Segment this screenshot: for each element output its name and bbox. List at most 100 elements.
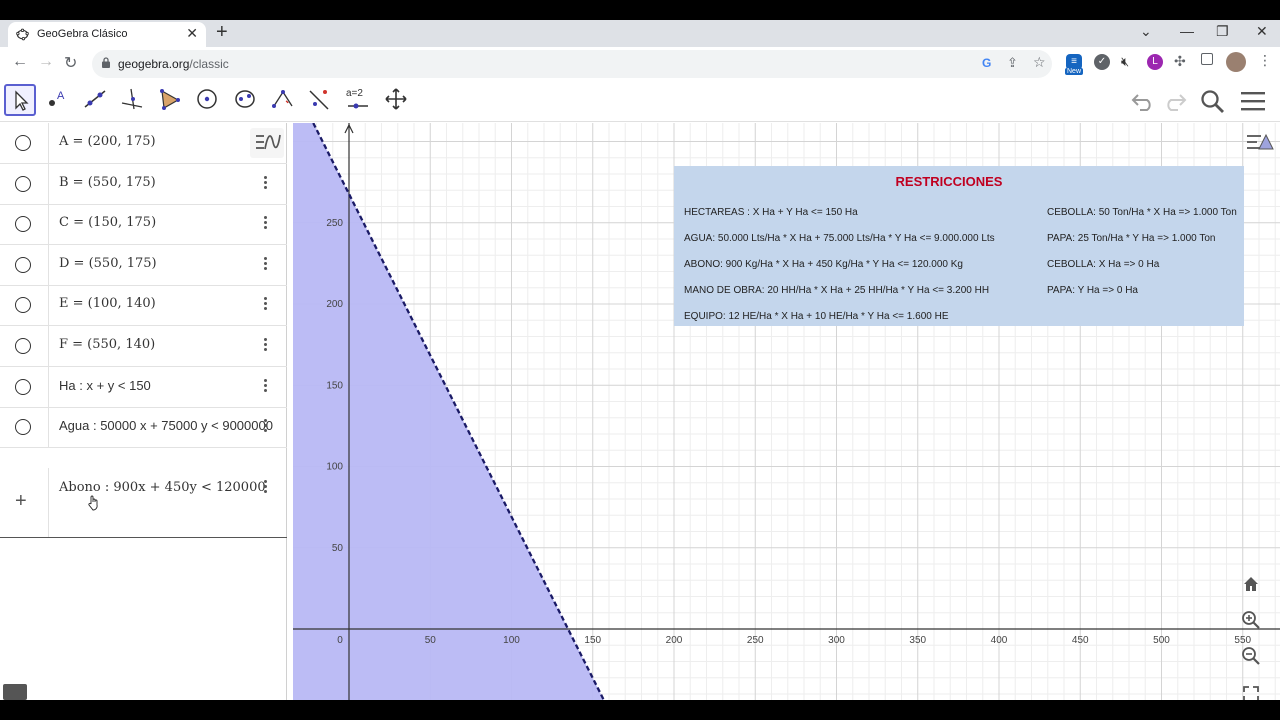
main-menu-icon[interactable] bbox=[1240, 89, 1266, 113]
angle-tool-button[interactable] bbox=[268, 84, 300, 116]
restrictions-title: RESTRICCIONES bbox=[895, 174, 1003, 189]
point-tool-button[interactable]: A bbox=[42, 84, 74, 116]
line-icon bbox=[84, 90, 106, 108]
google-translate-icon[interactable]: G bbox=[982, 56, 991, 70]
algebra-expression[interactable]: D = (550, 175) bbox=[59, 256, 157, 271]
reflect-icon bbox=[309, 90, 329, 110]
item-menu-icon[interactable] bbox=[263, 480, 267, 495]
algebra-item[interactable]: Agua : 50000 x + 75000 y < 9000000 bbox=[0, 407, 287, 449]
fullscreen-icon[interactable] bbox=[1241, 684, 1261, 700]
algebra-style-button[interactable] bbox=[250, 128, 284, 158]
algebra-expression[interactable]: F = (550, 140) bbox=[59, 337, 155, 352]
restriction-left-1: AGUA: 50.000 Lts/Ha * X Ha + 75.000 Lts/… bbox=[684, 233, 995, 244]
algebra-expression[interactable]: Agua : 50000 x + 75000 y < 9000000 bbox=[59, 418, 273, 433]
y-tick-label: 100 bbox=[326, 462, 343, 473]
extensions-puzzle-icon[interactable]: ✣ bbox=[1174, 53, 1186, 70]
algebra-expression[interactable]: E = (100, 140) bbox=[59, 296, 156, 311]
algebra-input-row[interactable]: + Abono : 900x + 450y < 120000 bbox=[0, 468, 287, 538]
x-tick-label: 150 bbox=[584, 635, 601, 646]
visibility-toggle[interactable] bbox=[15, 175, 31, 192]
graphics-style-button[interactable] bbox=[1245, 129, 1275, 155]
mute-icon[interactable]: 🔇︎ bbox=[1121, 54, 1129, 70]
algebra-input-text[interactable]: Abono : 900x + 450y < 120000 bbox=[59, 480, 266, 495]
reload-icon[interactable]: ↻ bbox=[64, 53, 77, 73]
algebra-item[interactable]: A = (200, 175) bbox=[0, 123, 287, 164]
minimize-icon[interactable]: — bbox=[1180, 23, 1194, 39]
cursor-icon bbox=[15, 90, 29, 111]
visibility-toggle[interactable] bbox=[15, 216, 31, 233]
perpendicular-tool-button[interactable] bbox=[117, 84, 149, 116]
algebra-expression[interactable]: B = (550, 175) bbox=[59, 175, 156, 190]
angle-icon bbox=[272, 90, 293, 108]
polygon-icon bbox=[160, 89, 180, 110]
item-menu-icon[interactable] bbox=[263, 216, 269, 232]
profile-extension-icon[interactable]: L bbox=[1147, 54, 1163, 70]
zoom-out-icon[interactable] bbox=[1241, 646, 1261, 666]
check-extension-icon[interactable]: ✓ bbox=[1094, 54, 1110, 70]
visibility-toggle[interactable] bbox=[15, 378, 31, 395]
abono-region bbox=[293, 123, 604, 700]
slider-tool-button[interactable]: a=2 bbox=[343, 84, 375, 116]
add-item-icon[interactable]: + bbox=[15, 490, 27, 513]
algebra-item[interactable]: Ha : x + y < 150 bbox=[0, 366, 287, 408]
visibility-toggle[interactable] bbox=[15, 256, 31, 273]
zoom-in-icon[interactable] bbox=[1241, 610, 1261, 630]
visibility-toggle[interactable] bbox=[15, 135, 31, 151]
y-tick-label: 250 bbox=[326, 218, 343, 229]
restore-icon[interactable]: ❐ bbox=[1216, 23, 1229, 40]
restriction-left-3: MANO DE OBRA: 20 HH/Ha * X Ha + 25 HH/Ha… bbox=[684, 285, 990, 296]
restriction-left-2: ABONO: 900 Kg/Ha * X Ha + 450 Kg/Ha * Y … bbox=[684, 259, 963, 270]
reflect-tool-button[interactable] bbox=[305, 84, 337, 116]
search-icon[interactable] bbox=[1200, 89, 1226, 115]
item-menu-icon[interactable] bbox=[263, 256, 269, 273]
line-tool-button[interactable] bbox=[80, 84, 112, 116]
share-icon[interactable]: ⇪ bbox=[1007, 55, 1018, 71]
algebra-item[interactable]: D = (550, 175) bbox=[0, 244, 287, 286]
close-tab-icon[interactable]: ✕ bbox=[186, 25, 198, 42]
visibility-toggle[interactable] bbox=[15, 419, 31, 436]
keyboard-icon[interactable] bbox=[3, 684, 27, 700]
ellipse-tool-button[interactable] bbox=[230, 84, 262, 116]
item-menu-icon[interactable] bbox=[263, 378, 269, 395]
screen: GeoGebra Clásico ✕ + ⌄ — ❐ ✕ ← → ↻ geoge… bbox=[0, 20, 1280, 700]
visibility-toggle[interactable] bbox=[15, 338, 31, 354]
x-tick-label: 400 bbox=[991, 635, 1008, 646]
algebra-expression[interactable]: A = (200, 175) bbox=[59, 134, 156, 149]
item-menu-icon[interactable] bbox=[263, 338, 269, 354]
circle-center-icon bbox=[197, 89, 217, 109]
polygon-tool-button[interactable] bbox=[155, 84, 187, 116]
avatar[interactable] bbox=[1226, 52, 1246, 72]
x-tick-label: 200 bbox=[666, 635, 683, 646]
x-tick-label: 300 bbox=[828, 635, 845, 646]
visibility-toggle[interactable] bbox=[15, 297, 31, 314]
move-graphics-tool-button[interactable] bbox=[381, 84, 413, 116]
browser-menu-icon[interactable]: ⋮ bbox=[1258, 52, 1272, 69]
algebra-item[interactable]: C = (150, 175) bbox=[0, 204, 287, 246]
window-close-icon[interactable]: ✕ bbox=[1256, 23, 1268, 40]
browser-tab[interactable]: GeoGebra Clásico ✕ bbox=[8, 22, 206, 47]
algebra-item[interactable]: F = (550, 140) bbox=[0, 326, 287, 367]
tab-search-icon[interactable]: ⌄ bbox=[1140, 23, 1152, 40]
forward-icon[interactable]: → bbox=[38, 53, 54, 71]
algebra-expression[interactable]: Ha : x + y < 150 bbox=[59, 378, 151, 393]
algebra-item[interactable]: E = (100, 140) bbox=[0, 285, 287, 327]
algebra-expression[interactable]: C = (150, 175) bbox=[59, 215, 156, 230]
side-panel-icon[interactable] bbox=[1201, 53, 1213, 65]
graphics-view[interactable]: 0 50 100 150 200 250 300 350 400 450 500 550 250 200 1… bbox=[293, 123, 1280, 700]
redo-icon[interactable] bbox=[1162, 89, 1188, 111]
item-menu-icon[interactable] bbox=[263, 297, 269, 313]
graphics-style-icon bbox=[1247, 133, 1274, 150]
restriction-right-2: CEBOLLA: X Ha => 0 Ha bbox=[1047, 259, 1160, 270]
item-menu-icon[interactable] bbox=[263, 175, 269, 192]
home-icon[interactable] bbox=[1241, 574, 1261, 594]
back-icon[interactable]: ← bbox=[12, 53, 28, 71]
new-tab-icon[interactable]: + bbox=[216, 21, 228, 44]
url-field[interactable]: geogebra.org/classic G ⇪ ☆ bbox=[92, 50, 1052, 78]
x-tick-label: 0 bbox=[337, 635, 343, 646]
move-tool-button[interactable] bbox=[4, 84, 36, 116]
circle-tool-button[interactable] bbox=[192, 84, 224, 116]
algebra-item[interactable]: B = (550, 175) bbox=[0, 163, 287, 205]
undo-icon[interactable] bbox=[1130, 89, 1156, 111]
bookmark-star-icon[interactable]: ☆ bbox=[1033, 54, 1046, 71]
item-menu-icon[interactable] bbox=[263, 419, 269, 435]
